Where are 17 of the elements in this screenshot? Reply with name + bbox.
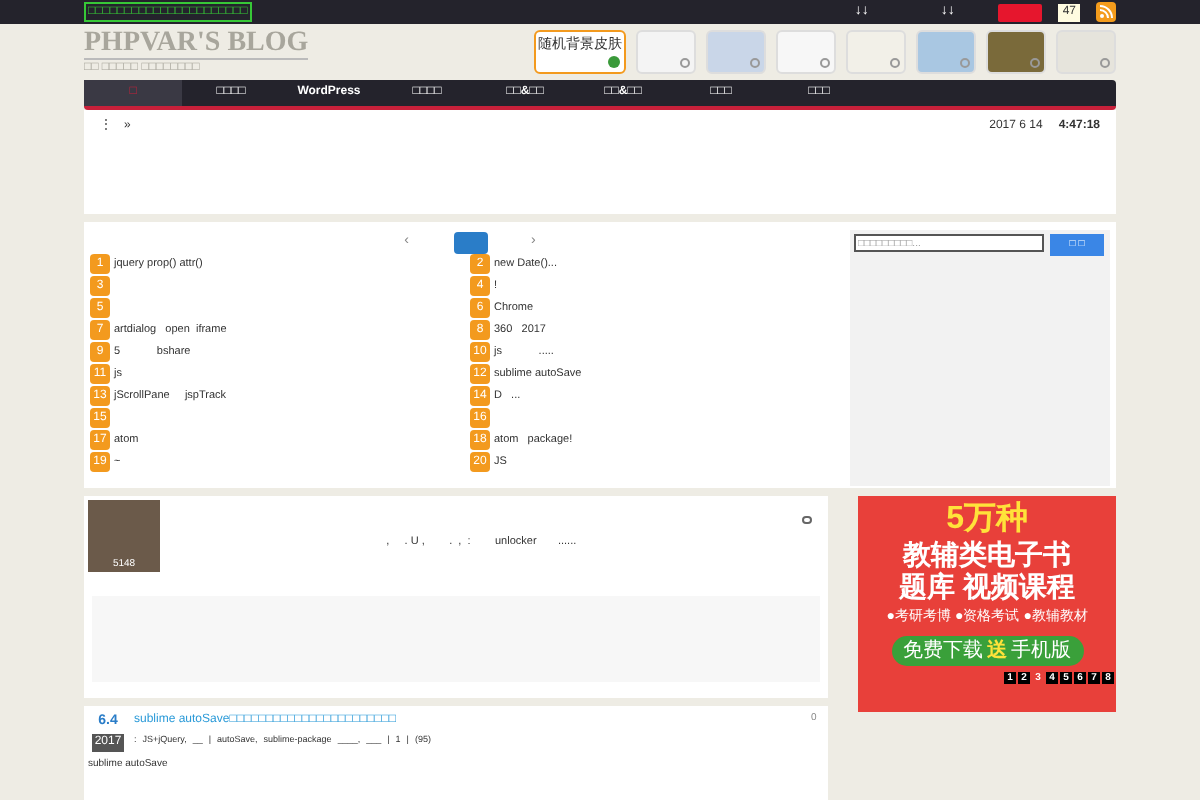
skin-thumbnail[interactable]: [846, 30, 906, 74]
skin-thumbnail[interactable]: [706, 30, 766, 74]
ad-line: 教辅类电子书: [903, 538, 1072, 570]
ad-cta-text: 免费下载: [903, 637, 984, 665]
comment-icon: [802, 516, 813, 524]
skin-thumbnail[interactable]: [1056, 30, 1116, 74]
skin-thumbnail[interactable]: [986, 30, 1046, 74]
weibo-follow-button[interactable]: [998, 3, 1043, 21]
rss-icon[interactable]: [1096, 2, 1116, 22]
skin-thumbnail[interactable]: [776, 30, 836, 74]
tab-marker-icon: [453, 231, 487, 253]
ad-line: 题库 视频课程: [899, 570, 1076, 602]
skin-thumbnail[interactable]: [916, 30, 976, 74]
ad-cta-text: 手机版: [1011, 637, 1072, 665]
ad-cta-mark-text: 送: [987, 637, 1008, 665]
ad-headline: 5万种: [946, 502, 1029, 538]
skin-thumbnail[interactable]: [636, 30, 696, 74]
